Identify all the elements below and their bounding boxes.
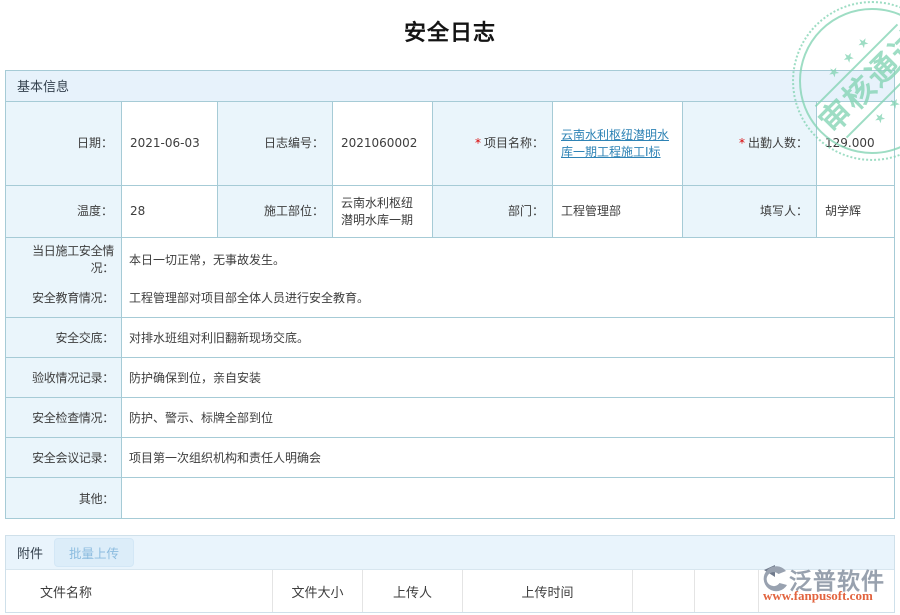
safety-education-value: 工程管理部对项目部全体人员进行安全教育。 [122,278,894,318]
page-title: 安全日志 [0,15,900,47]
attendance-value: 129.000 [817,102,894,186]
temperature-label: 温度： [6,186,122,238]
safety-meeting-label: 安全会议记录： [6,438,122,478]
fanpu-logo: 泛普软件 www.fanpusoft.com [761,561,899,605]
log-number-label: 日志编号： [218,102,333,186]
detail-row-safety-inspection: 安全检查情况： 防护、警示、标牌全部到位 [6,398,894,438]
detail-row-other: 其他： [6,478,894,518]
detail-row-safety-meeting: 安全会议记录： 项目第一次组织机构和责任人明确会 [6,438,894,478]
filler-value: 胡学辉 [817,186,894,238]
basic-info-row-1: 日期： 2021-06-03 日志编号： 2021060002 *项目名称： 云… [6,102,894,186]
basic-info-section: 基本信息 日期： 2021-06-03 日志编号： 2021060002 *项目… [5,70,895,519]
project-name-label: *项目名称： [433,102,553,186]
attendance-label: *出勤人数： [683,102,817,186]
basic-info-row-2: 温度： 28 施工部位： 云南水利枢纽潜明水库一期 部门： 工程管理部 填写人：… [6,186,894,238]
date-label: 日期： [6,102,122,186]
batch-upload-button[interactable]: 批量上传 [54,538,134,567]
column-empty-2 [695,570,759,612]
column-file-size: 文件大小 [273,570,363,612]
safety-meeting-value: 项目第一次组织机构和责任人明确会 [122,438,894,478]
daily-safety-label: 当日施工安全情况： [6,238,122,281]
other-value [122,478,894,518]
required-asterisk: * [475,135,481,152]
column-upload-time: 上传时间 [463,570,633,612]
safety-disclosure-label: 安全交底： [6,318,122,358]
work-part-value: 云南水利枢纽潜明水库一期 [333,186,433,238]
log-number-value: 2021060002 [333,102,433,186]
department-value: 工程管理部 [553,186,683,238]
detail-row-daily-safety: 当日施工安全情况： 本日一切正常，无事故发生。 [6,238,894,278]
daily-safety-value: 本日一切正常，无事故发生。 [122,238,894,281]
basic-info-header: 基本信息 [6,71,894,102]
fanpu-url-text: www.fanpusoft.com [763,588,873,604]
date-value: 2021-06-03 [122,102,218,186]
safety-education-label: 安全教育情况： [6,278,122,318]
safety-inspection-value: 防护、警示、标牌全部到位 [122,398,894,438]
project-name-cell: 云南水利枢纽潜明水库一期工程施工I标 [553,102,683,186]
column-file-name: 文件名称 [6,570,273,612]
acceptance-record-value: 防护确保到位，亲自安装 [122,358,894,398]
project-name-link[interactable]: 云南水利枢纽潜明水库一期工程施工I标 [561,127,674,161]
department-label: 部门： [433,186,553,238]
column-uploader: 上传人 [363,570,463,612]
column-empty-1 [633,570,695,612]
required-asterisk: * [739,135,745,152]
filler-label: 填写人： [683,186,817,238]
other-label: 其他： [6,478,122,518]
safety-inspection-label: 安全检查情况： [6,398,122,438]
safety-disclosure-value: 对排水班组对利旧翻新现场交底。 [122,318,894,358]
attachments-title: 附件 [17,543,43,562]
detail-row-safety-disclosure: 安全交底： 对排水班组对利旧翻新现场交底。 [6,318,894,358]
detail-row-safety-education: 安全教育情况： 工程管理部对项目部全体人员进行安全教育。 [6,278,894,318]
temperature-value: 28 [122,186,218,238]
detail-row-acceptance-record: 验收情况记录： 防护确保到位，亲自安装 [6,358,894,398]
acceptance-record-label: 验收情况记录： [6,358,122,398]
work-part-label: 施工部位： [218,186,333,238]
